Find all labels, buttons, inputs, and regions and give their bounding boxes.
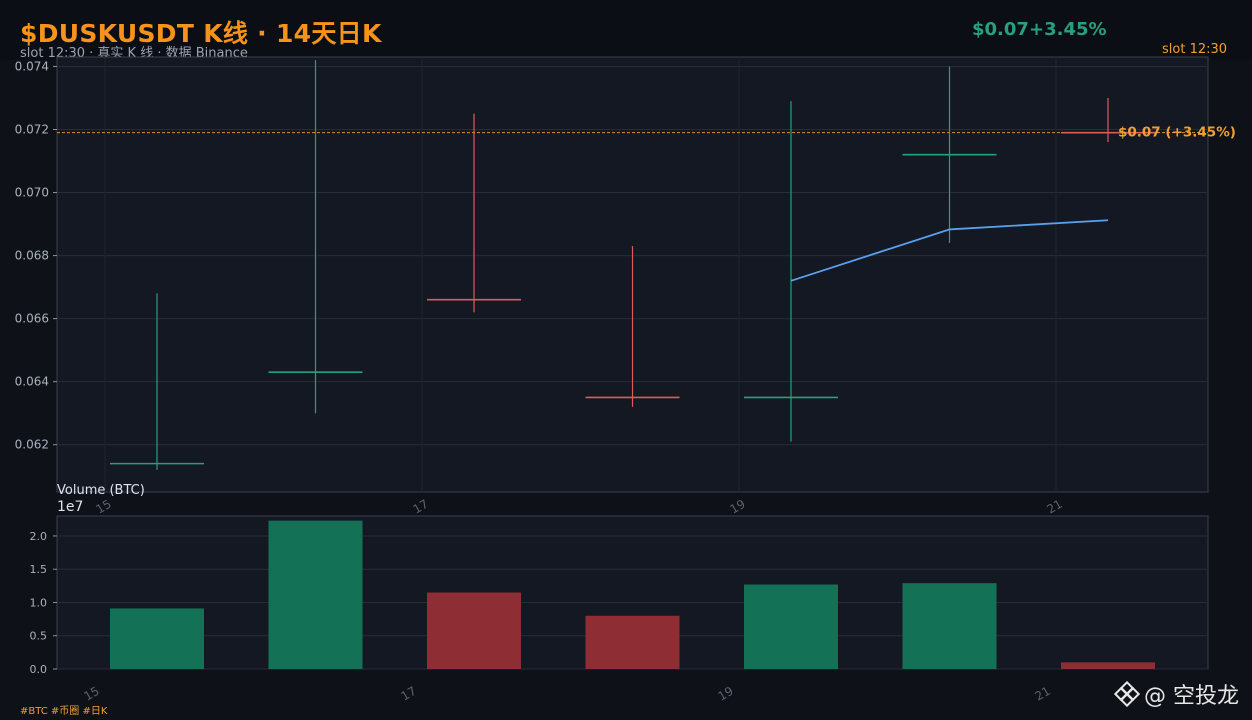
price-y-axis: 0.062 0.064 0.066 0.068 0.070 0.072 0.074	[15, 59, 57, 452]
binance-icon	[1114, 681, 1140, 707]
price-y-tick-label: 0.072	[15, 123, 49, 137]
current-price-label: $0.07 (+3.45%)	[1118, 125, 1236, 141]
price-y-tick-label: 0.066	[15, 312, 49, 326]
hashtags: #BTC #币圈 #日K	[20, 706, 108, 717]
volume-y-tick-label: 1.0	[30, 596, 48, 609]
price-y-tick-label: 0.074	[15, 59, 49, 73]
price-x-tick-label: 15	[94, 497, 114, 517]
volume-x-tick-label: 17	[399, 684, 419, 704]
candlestick-chart: 0.062 0.064 0.066 0.068 0.070 0.072 0.074 $0.0…	[15, 56, 1236, 704]
volume-scale-label: 1e7	[57, 499, 83, 515]
volume-bar	[427, 592, 521, 669]
volume-y-tick-label: 0.5	[30, 630, 48, 643]
volume-x-tick-label: 21	[1033, 684, 1053, 704]
price-y-tick-label: 0.064	[15, 375, 49, 389]
price-y-tick-label: 0.068	[15, 249, 49, 263]
price-x-tick-label: 17	[411, 497, 431, 517]
volume-y-tick-label: 1.5	[30, 563, 48, 576]
volume-bar	[1061, 662, 1155, 669]
volume-bar	[110, 608, 204, 669]
volume-y-tick-label: 0.0	[30, 663, 48, 676]
volume-y-axis: 0.0 0.5 1.0 1.5 2.0	[30, 530, 57, 676]
price-x-tick-label: 21	[1045, 497, 1065, 517]
watermark: @ 空投龙	[1114, 678, 1239, 710]
price-x-tick-label: 19	[728, 497, 748, 517]
volume-axis-label: Volume (BTC)	[57, 483, 145, 498]
volume-y-tick-label: 2.0	[30, 530, 48, 543]
price-y-tick-label: 0.070	[15, 186, 49, 200]
volume-x-tick-label: 19	[716, 684, 736, 704]
volume-bar	[585, 615, 680, 669]
volume-bar	[744, 584, 838, 669]
volume-bar	[268, 520, 363, 669]
price-y-tick-label: 0.062	[15, 438, 49, 452]
volume-bar	[902, 583, 997, 669]
volume-x-tick-label: 15	[82, 684, 102, 704]
price-x-axis: 15 17 19 21	[94, 497, 1065, 517]
volume-x-axis: 15 17 19 21	[82, 684, 1053, 704]
watermark-text: @ 空投龙	[1144, 684, 1239, 709]
